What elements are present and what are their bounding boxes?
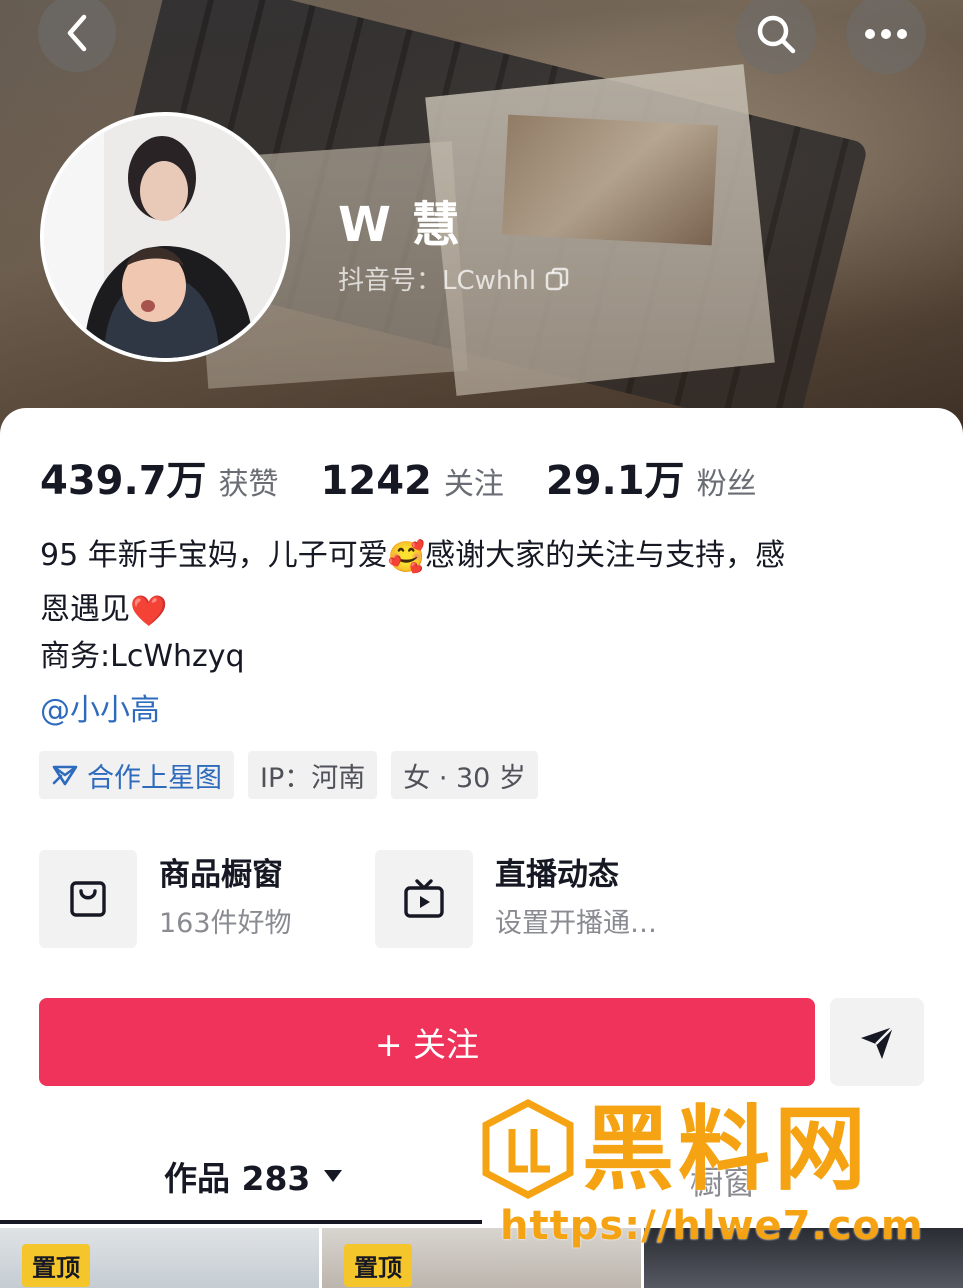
chevron-left-icon [67, 14, 87, 52]
star-map-icon [52, 765, 78, 786]
video-thumbnail[interactable]: 置顶 [0, 1228, 319, 1288]
bio-business: 商务:LcWhzyq [40, 639, 245, 674]
bio-line2-part1: 恩遇见 [40, 592, 130, 627]
stat-label: 关注 [443, 467, 504, 502]
service-subtitle: 163件好物 [159, 908, 292, 939]
stat-followers[interactable]: 29.1万 粉丝 [546, 448, 757, 506]
watermark-text: 黑料网 [582, 1096, 871, 1203]
service-icon-box [375, 850, 473, 948]
stat-label: 粉丝 [696, 467, 757, 502]
search-icon [757, 15, 796, 54]
tag-row: 合作上星图 IP：河南 女 · 30 岁 [39, 751, 538, 799]
stat-likes[interactable]: 439.7万 获赞 [40, 448, 279, 506]
profile-cover: W 慧 抖音号：LCwhhl [0, 0, 963, 440]
tab-works-label: 作品 283 [164, 1159, 311, 1198]
caret-down-icon [324, 1170, 343, 1182]
stats-row: 439.7万 获赞 1242 关注 29.1万 粉丝 [40, 448, 757, 506]
douyin-id-text: 抖音号：LCwhhl [338, 266, 537, 296]
stat-value: 439.7万 [40, 458, 207, 504]
tag-star-label: 合作上星图 [87, 762, 222, 794]
stat-following[interactable]: 1242 关注 [321, 458, 504, 504]
share-button[interactable] [830, 998, 924, 1086]
service-title: 直播动态 [495, 857, 619, 893]
send-icon [861, 1026, 894, 1059]
tag-gender-age: 女 · 30 岁 [391, 751, 538, 799]
tv-play-icon [404, 879, 444, 918]
copy-icon[interactable] [544, 266, 570, 292]
smiling-hearts-emoji-icon: 🥰 [387, 540, 426, 575]
bio-line1-part1: 95 年新手宝妈，儿子可爱 [40, 538, 388, 573]
services-row: 商品橱窗 163件好物 直播动态 设置开播通… [39, 850, 711, 948]
watermark-logo-icon [482, 1099, 574, 1199]
bio-text: 95 年新手宝妈，儿子可爱🥰感谢大家的关注与支持，感 恩遇见❤️ [40, 530, 920, 638]
bio-line1-part2: 感谢大家的关注与支持，感 [425, 538, 786, 573]
avatar[interactable] [40, 112, 290, 362]
pinned-badge: 置顶 [22, 1244, 90, 1287]
tab-active-indicator [0, 1220, 482, 1224]
shopping-bag-icon [70, 881, 106, 917]
service-icon-box [39, 850, 137, 948]
pinned-badge: 置顶 [344, 1244, 412, 1287]
stat-value: 29.1万 [545, 458, 685, 504]
service-subtitle: 设置开播通… [495, 908, 657, 939]
stat-value: 1242 [320, 458, 432, 504]
service-title: 商品橱窗 [159, 857, 283, 893]
bio-mention-link[interactable]: @小小高 [40, 688, 160, 734]
profile-name: W 慧 [338, 197, 462, 253]
stat-label: 获赞 [218, 467, 279, 502]
service-shop-window[interactable]: 商品橱窗 163件好物 [39, 850, 375, 948]
red-heart-emoji-icon: ❤️ [130, 594, 168, 629]
douyin-id[interactable]: 抖音号：LCwhhl [338, 260, 570, 297]
avatar-photo [44, 116, 286, 358]
tag-star-map[interactable]: 合作上星图 [39, 751, 234, 799]
tag-ip: IP：河南 [248, 751, 378, 799]
more-dots-icon [865, 29, 907, 39]
tab-works[interactable]: 作品 283 [164, 1148, 344, 1204]
service-live[interactable]: 直播动态 设置开播通… [375, 850, 711, 948]
watermark: 黑料网 https://hlwe7.com [480, 1095, 930, 1255]
watermark-url: https://hlwe7.com [500, 1203, 924, 1249]
follow-button[interactable]: + 关注 [39, 998, 815, 1086]
